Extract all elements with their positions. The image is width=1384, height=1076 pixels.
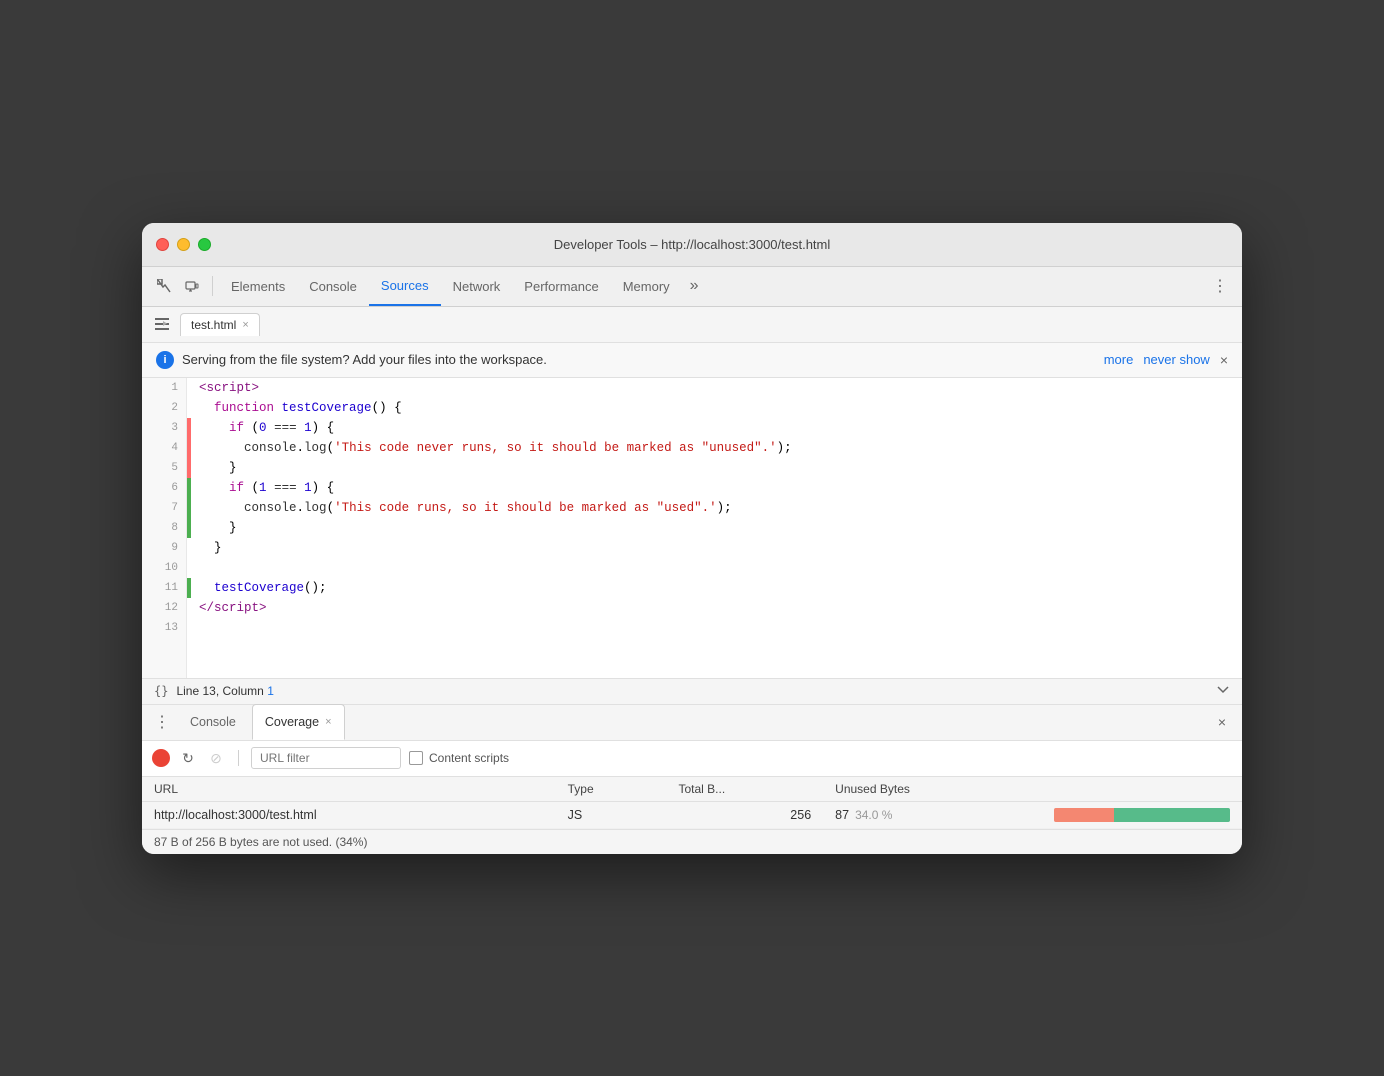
bottom-panel: ⋮ Console Coverage × × ↻ ⊘ Content scrip… — [142, 704, 1242, 854]
tab-network[interactable]: Network — [441, 266, 513, 306]
code-line-6: if (1 === 1) { — [199, 478, 1230, 498]
tab-performance[interactable]: Performance — [512, 266, 610, 306]
title-bar: Developer Tools – http://localhost:3000/… — [142, 223, 1242, 267]
status-bar: {} Line 13, Column 1 — [142, 678, 1242, 704]
coverage-unused-indicator — [187, 418, 191, 438]
row-coverage-bar — [1042, 801, 1242, 828]
device-toolbar-button[interactable] — [178, 272, 206, 300]
bottom-panel-close-button[interactable]: × — [1210, 710, 1234, 734]
unused-bar — [1054, 808, 1114, 822]
col-url: URL — [142, 777, 556, 802]
coverage-used-indicator — [187, 478, 191, 498]
col-total-bytes: Total B... — [666, 777, 823, 802]
info-icon: i — [156, 351, 174, 369]
stop-recording-button[interactable]: ⊘ — [206, 748, 226, 768]
tab-elements[interactable]: Elements — [219, 266, 297, 306]
devtools-menu-button[interactable]: ⋮ — [1206, 272, 1234, 300]
code-line-13 — [199, 618, 1230, 638]
cursor-position: Line 13, Column 1 — [176, 684, 273, 698]
bottom-more-button[interactable]: ⋮ — [150, 710, 174, 734]
content-scripts-checkbox[interactable] — [409, 751, 423, 765]
devtools-tab-bar: Elements Console Sources Network Perform… — [142, 267, 1242, 307]
tab-console-bottom[interactable]: Console — [178, 704, 248, 740]
tab-memory[interactable]: Memory — [611, 266, 682, 306]
info-text: Serving from the file system? Add your f… — [182, 352, 547, 367]
pretty-print-button[interactable]: {} — [154, 684, 168, 698]
code-line-11: testCoverage(); — [199, 578, 1230, 598]
tab-coverage[interactable]: Coverage × — [252, 704, 345, 740]
code-line-4: console.log('This code never runs, so it… — [199, 438, 1230, 458]
code-line-3: if (0 === 1) { — [199, 418, 1230, 438]
code-line-12: </script> — [199, 598, 1230, 618]
info-more-link[interactable]: more — [1104, 352, 1134, 367]
code-line-9: } — [199, 538, 1230, 558]
tab-console[interactable]: Console — [297, 266, 369, 306]
code-line-1: <script> — [199, 378, 1230, 398]
code-line-8: } — [199, 518, 1230, 538]
code-content: <script> function testCoverage() { if (0… — [187, 378, 1242, 678]
reload-record-button[interactable]: ↻ — [178, 748, 198, 768]
expand-console-button[interactable] — [1216, 683, 1230, 700]
code-line-10 — [199, 558, 1230, 578]
row-unused-bytes: 87 34.0 % — [823, 801, 1042, 828]
col-bar — [1042, 777, 1242, 802]
col-type: Type — [556, 777, 667, 802]
traffic-lights — [156, 238, 211, 251]
info-never-show-link[interactable]: never show — [1143, 352, 1209, 367]
table-header-row: URL Type Total B... Unused Bytes — [142, 777, 1242, 802]
info-actions: more never show × — [1104, 352, 1228, 368]
row-type: JS — [556, 801, 667, 828]
col-unused-bytes: Unused Bytes — [823, 777, 1042, 802]
sources-panel: test.html × i Serving from the file syst… — [142, 307, 1242, 704]
coverage-footer: 87 B of 256 B bytes are not used. (34%) — [142, 829, 1242, 854]
coverage-table: URL Type Total B... Unused Bytes http://… — [142, 777, 1242, 829]
info-banner: i Serving from the file system? Add your… — [142, 343, 1242, 378]
maximize-button[interactable] — [198, 238, 211, 251]
coverage-bar-visual — [1054, 808, 1230, 822]
devtools-window: Developer Tools – http://localhost:3000/… — [142, 223, 1242, 854]
content-scripts-label[interactable]: Content scripts — [409, 751, 509, 765]
record-button[interactable] — [152, 749, 170, 767]
coverage-toolbar: ↻ ⊘ Content scripts — [142, 741, 1242, 777]
more-tabs-button[interactable]: » — [682, 277, 707, 295]
file-tab-label: test.html — [191, 318, 236, 332]
coverage-used-indicator — [187, 518, 191, 538]
inspect-element-button[interactable] — [150, 272, 178, 300]
window-title: Developer Tools – http://localhost:3000/… — [554, 237, 831, 252]
toggle-navigator-button[interactable] — [150, 312, 174, 336]
used-bar — [1114, 808, 1230, 822]
url-filter-input[interactable] — [251, 747, 401, 769]
code-line-5: } — [199, 458, 1230, 478]
coverage-used-indicator — [187, 578, 191, 598]
coverage-unused-indicator — [187, 458, 191, 478]
tab-sources[interactable]: Sources — [369, 266, 441, 306]
coverage-used-indicator — [187, 498, 191, 518]
file-tab-test-html[interactable]: test.html × — [180, 313, 260, 336]
code-line-7: console.log('This code runs, so it shoul… — [199, 498, 1230, 518]
bottom-tab-bar: ⋮ Console Coverage × × — [142, 705, 1242, 741]
line-numbers: 1 2 3 4 5 6 7 8 9 10 11 12 13 — [142, 378, 187, 678]
close-button[interactable] — [156, 238, 169, 251]
coverage-tab-close-button[interactable]: × — [325, 716, 331, 728]
code-editor[interactable]: 1 2 3 4 5 6 7 8 9 10 11 12 13 <script> — [142, 378, 1242, 678]
toolbar-divider — [238, 750, 239, 766]
minimize-button[interactable] — [177, 238, 190, 251]
tab-separator — [212, 276, 213, 296]
code-line-2: function testCoverage() { — [199, 398, 1230, 418]
info-close-button[interactable]: × — [1220, 352, 1228, 368]
sources-toolbar: test.html × — [142, 307, 1242, 343]
file-tab-close-button[interactable]: × — [242, 319, 248, 331]
table-row[interactable]: http://localhost:3000/test.html JS 256 8… — [142, 801, 1242, 828]
coverage-unused-indicator — [187, 438, 191, 458]
row-url: http://localhost:3000/test.html — [142, 801, 556, 828]
row-total-bytes: 256 — [666, 801, 823, 828]
